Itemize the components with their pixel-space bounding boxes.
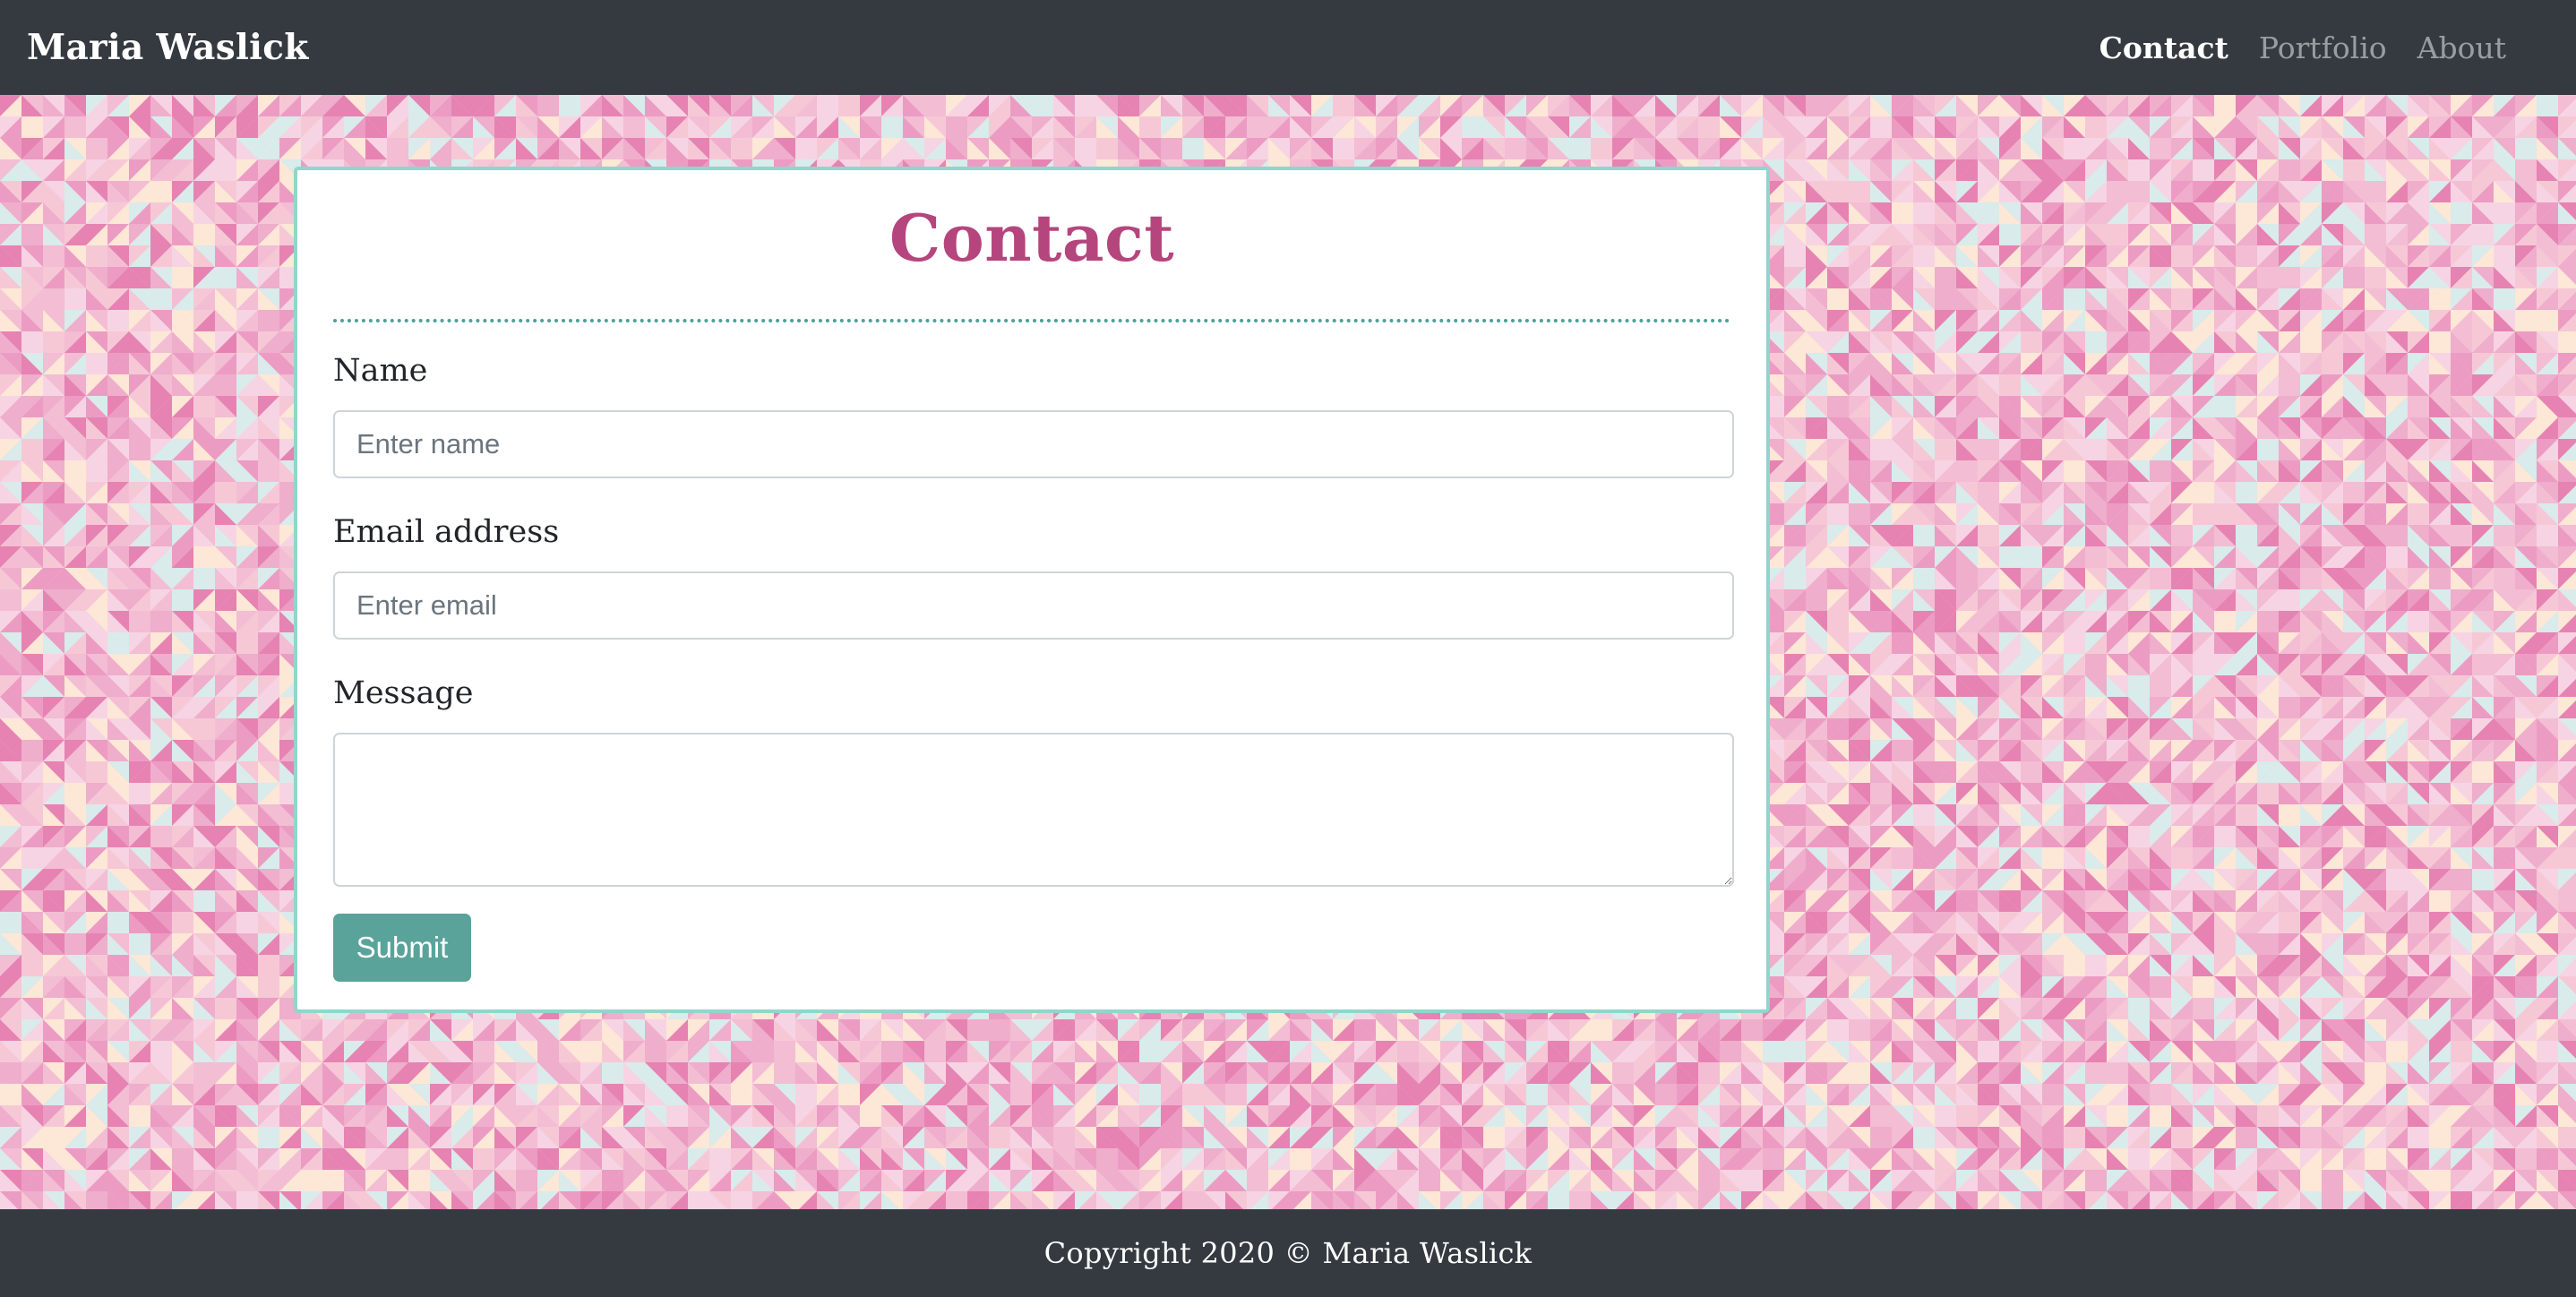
top-navbar: Maria Waslick Contact Portfolio About bbox=[0, 0, 2576, 95]
page-title: Contact bbox=[889, 200, 1175, 276]
nav-link-portfolio[interactable]: Portfolio bbox=[2259, 30, 2387, 65]
nav-links: Contact Portfolio About bbox=[2099, 30, 2506, 65]
email-label: Email address bbox=[333, 514, 560, 550]
submit-button[interactable]: Submit bbox=[333, 914, 471, 982]
nav-link-about[interactable]: About bbox=[2417, 30, 2506, 65]
name-input[interactable] bbox=[333, 410, 1734, 478]
email-input[interactable] bbox=[333, 571, 1734, 640]
title-divider bbox=[333, 319, 1730, 322]
footer: Copyright 2020 © Maria Waslick bbox=[0, 1209, 2576, 1297]
copyright-text: Copyright 2020 © Maria Waslick bbox=[1043, 1236, 1533, 1270]
message-textarea[interactable] bbox=[333, 733, 1734, 887]
name-label: Name bbox=[333, 353, 428, 389]
brand-link[interactable]: Maria Waslick bbox=[27, 27, 309, 68]
nav-link-contact[interactable]: Contact bbox=[2099, 30, 2228, 65]
contact-card: Contact Name Email address Message Submi… bbox=[294, 167, 1770, 1013]
contact-form: Name Email address Message Submit bbox=[333, 353, 1734, 982]
message-label: Message bbox=[333, 675, 474, 711]
